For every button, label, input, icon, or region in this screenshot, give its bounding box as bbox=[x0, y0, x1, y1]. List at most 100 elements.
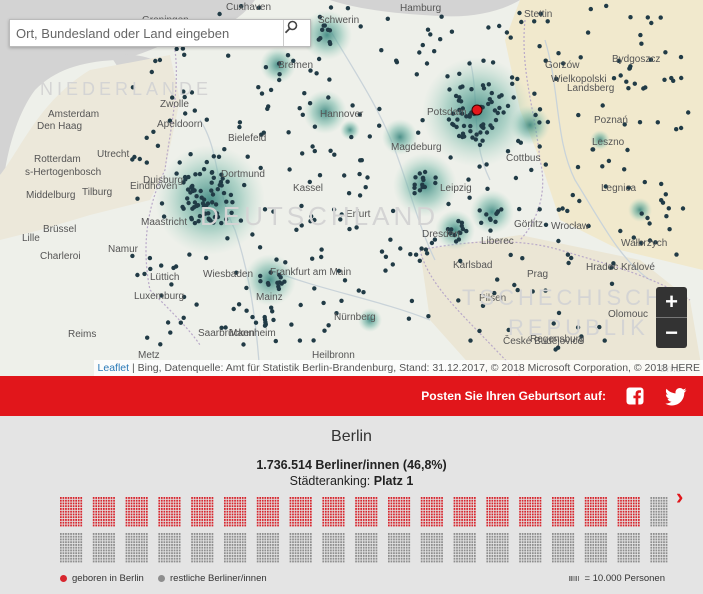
birthplace-dot bbox=[501, 110, 506, 115]
birthplace-dot bbox=[566, 260, 571, 266]
birthplace-dot bbox=[268, 87, 274, 93]
birthplace-dot bbox=[185, 196, 190, 201]
birthplace-dot bbox=[358, 24, 363, 29]
birthplace-dot bbox=[486, 25, 491, 30]
birthplace-dot bbox=[271, 317, 276, 323]
birthplace-dot bbox=[425, 27, 431, 32]
birthplace-dot bbox=[659, 198, 664, 203]
map[interactable]: CuxhavenSchwerinStettinBydgoszczGroninge… bbox=[0, 0, 703, 376]
berlin-marker[interactable] bbox=[471, 104, 483, 116]
birthplace-dot bbox=[406, 316, 412, 321]
city-label: Stettin bbox=[524, 9, 552, 20]
birthplace-dot bbox=[469, 87, 474, 92]
birthplace-dot bbox=[225, 179, 230, 184]
birthplace-dot bbox=[349, 134, 354, 140]
waffle-block-born bbox=[92, 497, 115, 527]
birthplace-dot bbox=[493, 117, 499, 123]
birthplace-dot bbox=[423, 247, 429, 252]
birthplace-dot bbox=[244, 285, 249, 291]
birthplace-dot bbox=[477, 208, 482, 213]
birthplace-dot bbox=[585, 30, 591, 35]
birthplace-dot bbox=[144, 160, 149, 165]
birthplace-dot bbox=[312, 148, 317, 154]
birthplace-dot bbox=[326, 95, 331, 100]
birthplace-dot bbox=[618, 228, 623, 234]
zoom-in-button[interactable]: + bbox=[656, 287, 687, 318]
birthplace-dot bbox=[132, 154, 137, 160]
birthplace-dot bbox=[259, 91, 265, 96]
city-label: Cottbus bbox=[506, 153, 540, 164]
leaflet-link[interactable]: Leaflet bbox=[98, 362, 130, 374]
birthplace-dot bbox=[273, 338, 278, 344]
birthplace-dot bbox=[438, 37, 443, 42]
city-label: Utrecht bbox=[97, 149, 129, 160]
twitter-icon[interactable] bbox=[665, 388, 687, 406]
waffle-block-rest bbox=[552, 533, 575, 563]
birthplace-dot bbox=[666, 206, 671, 211]
birthplace-dot bbox=[253, 320, 259, 325]
birthplace-dot bbox=[199, 195, 204, 200]
birthplace-dot bbox=[439, 14, 444, 19]
birthplace-dot bbox=[283, 260, 288, 265]
birthplace-dot bbox=[363, 185, 368, 190]
city-label: Gorzów bbox=[545, 60, 580, 71]
facebook-icon[interactable] bbox=[626, 387, 644, 405]
birthplace-dot bbox=[142, 271, 147, 277]
birthplace-dot bbox=[181, 315, 186, 320]
birthplace-dot bbox=[460, 84, 465, 89]
search-button[interactable] bbox=[283, 20, 310, 46]
birthplace-dot bbox=[454, 124, 459, 130]
birthplace-dot bbox=[600, 164, 605, 169]
waffle-block-rest bbox=[486, 533, 509, 563]
next-city-icon[interactable]: › bbox=[676, 484, 683, 510]
legend-born: geboren in Berlin bbox=[60, 573, 144, 584]
birthplace-dot bbox=[588, 6, 593, 12]
birthplace-dot bbox=[446, 201, 451, 207]
birthplace-dot bbox=[455, 117, 460, 122]
birthplace-dot bbox=[659, 181, 664, 187]
birthplace-dot bbox=[216, 154, 222, 159]
birthplace-dot bbox=[394, 60, 400, 65]
birthplace-dot bbox=[678, 54, 684, 60]
birthplace-dot bbox=[274, 257, 279, 262]
birthplace-dot bbox=[215, 187, 220, 192]
city-label: Luxemburg bbox=[134, 291, 184, 302]
birthplace-dot bbox=[645, 215, 650, 221]
birthplace-dot bbox=[466, 177, 471, 182]
birthplace-dot bbox=[645, 15, 650, 20]
birthplace-dot bbox=[346, 191, 352, 196]
search-box bbox=[9, 19, 311, 47]
birthplace-dot bbox=[493, 219, 498, 224]
city-label: Prag bbox=[527, 269, 548, 280]
map-canvas[interactable]: CuxhavenSchwerinStettinBydgoszczGroninge… bbox=[0, 0, 703, 376]
birthplace-dot bbox=[377, 123, 382, 128]
search-input[interactable] bbox=[10, 20, 282, 46]
birthplace-dot bbox=[678, 125, 684, 131]
waffle-block-rest bbox=[453, 533, 476, 563]
city-label: Zwolle bbox=[160, 99, 189, 110]
legend-scale: = 10.000 Personen bbox=[569, 573, 665, 584]
birthplace-dot bbox=[359, 158, 364, 163]
birthplace-dot bbox=[532, 91, 537, 96]
birthplace-dot bbox=[385, 16, 390, 21]
city-label: Magdeburg bbox=[391, 142, 442, 153]
heat-blob bbox=[470, 190, 514, 234]
birthplace-dot bbox=[477, 328, 482, 334]
birthplace-dot bbox=[504, 30, 510, 35]
city-label: Landsberg bbox=[567, 83, 614, 94]
birthplace-dot bbox=[345, 6, 351, 11]
city-label: Brüssel bbox=[43, 224, 76, 235]
birthplace-dot bbox=[193, 172, 198, 177]
birthplace-dot bbox=[356, 288, 361, 293]
country-label: DEUTSCHLAND bbox=[200, 201, 439, 231]
birthplace-dot bbox=[310, 256, 315, 261]
waffle-block-born bbox=[158, 497, 181, 527]
birthplace-dot bbox=[312, 286, 317, 291]
birthplace-dot bbox=[159, 201, 165, 206]
birthplace-dot bbox=[300, 112, 305, 118]
birthplace-dot bbox=[383, 254, 389, 259]
zoom-out-button[interactable]: − bbox=[656, 318, 687, 348]
birthplace-dot bbox=[499, 207, 504, 212]
birthplace-dot bbox=[481, 122, 486, 127]
birthplace-dot bbox=[350, 103, 355, 108]
